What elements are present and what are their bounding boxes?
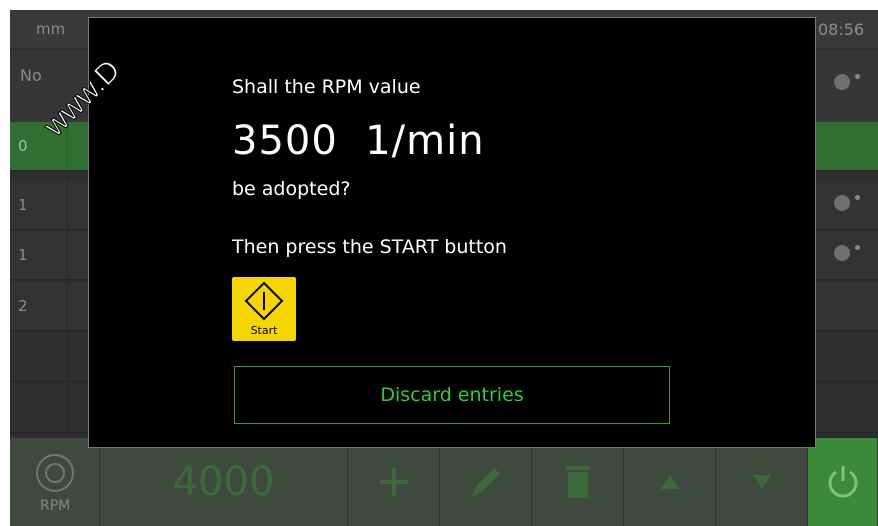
dialog-line-2: be adopted? <box>232 178 351 200</box>
pencil-icon <box>471 468 500 496</box>
rpm-label: RPM <box>40 498 71 514</box>
dialog-line-1: Shall the RPM value <box>232 76 421 98</box>
column-header-no: No <box>20 66 42 85</box>
dialog-instruction: Then press the START button <box>232 236 507 258</box>
move-down-button[interactable] <box>716 438 808 526</box>
start-icon <box>244 281 284 321</box>
clock: 08:56 <box>818 20 865 39</box>
rpm-value: 4000 <box>172 459 275 505</box>
bottom-toolbar: RPM 4000 <box>10 438 878 526</box>
rpm-value-field[interactable]: 4000 <box>100 438 348 526</box>
start-label: Start <box>250 324 278 337</box>
rpm-button[interactable]: RPM <box>10 438 100 526</box>
add-button[interactable] <box>348 438 440 526</box>
tool-icon <box>834 195 860 211</box>
arrow-up-icon <box>660 475 679 489</box>
confirm-rpm-dialog: Shall the RPM value 3500 1/min be adopte… <box>88 17 816 448</box>
rpm-proposed-value: 3500 1/min <box>232 118 485 164</box>
delete-button[interactable] <box>532 438 624 526</box>
row-index: 0 <box>10 122 68 170</box>
discard-entries-button[interactable]: Discard entries <box>234 366 670 424</box>
row-index: 1 <box>10 181 68 229</box>
start-button[interactable]: Start <box>232 277 296 341</box>
tool-icon <box>834 245 860 261</box>
row-index: 1 <box>10 231 68 279</box>
row-index: 2 <box>10 282 68 330</box>
power-button[interactable] <box>808 438 878 526</box>
power-icon <box>828 466 857 498</box>
trash-icon <box>565 466 590 498</box>
unit-label: mm <box>36 20 66 38</box>
tool-icon <box>834 74 860 90</box>
edit-button[interactable] <box>440 438 532 526</box>
move-up-button[interactable] <box>624 438 716 526</box>
row-index <box>10 384 68 432</box>
saw-blade-icon <box>35 454 74 492</box>
arrow-down-icon <box>752 475 771 489</box>
add-icon <box>379 468 408 496</box>
row-index <box>10 333 68 381</box>
rpm-proposed-value-text: 3500 1/min <box>232 118 485 164</box>
